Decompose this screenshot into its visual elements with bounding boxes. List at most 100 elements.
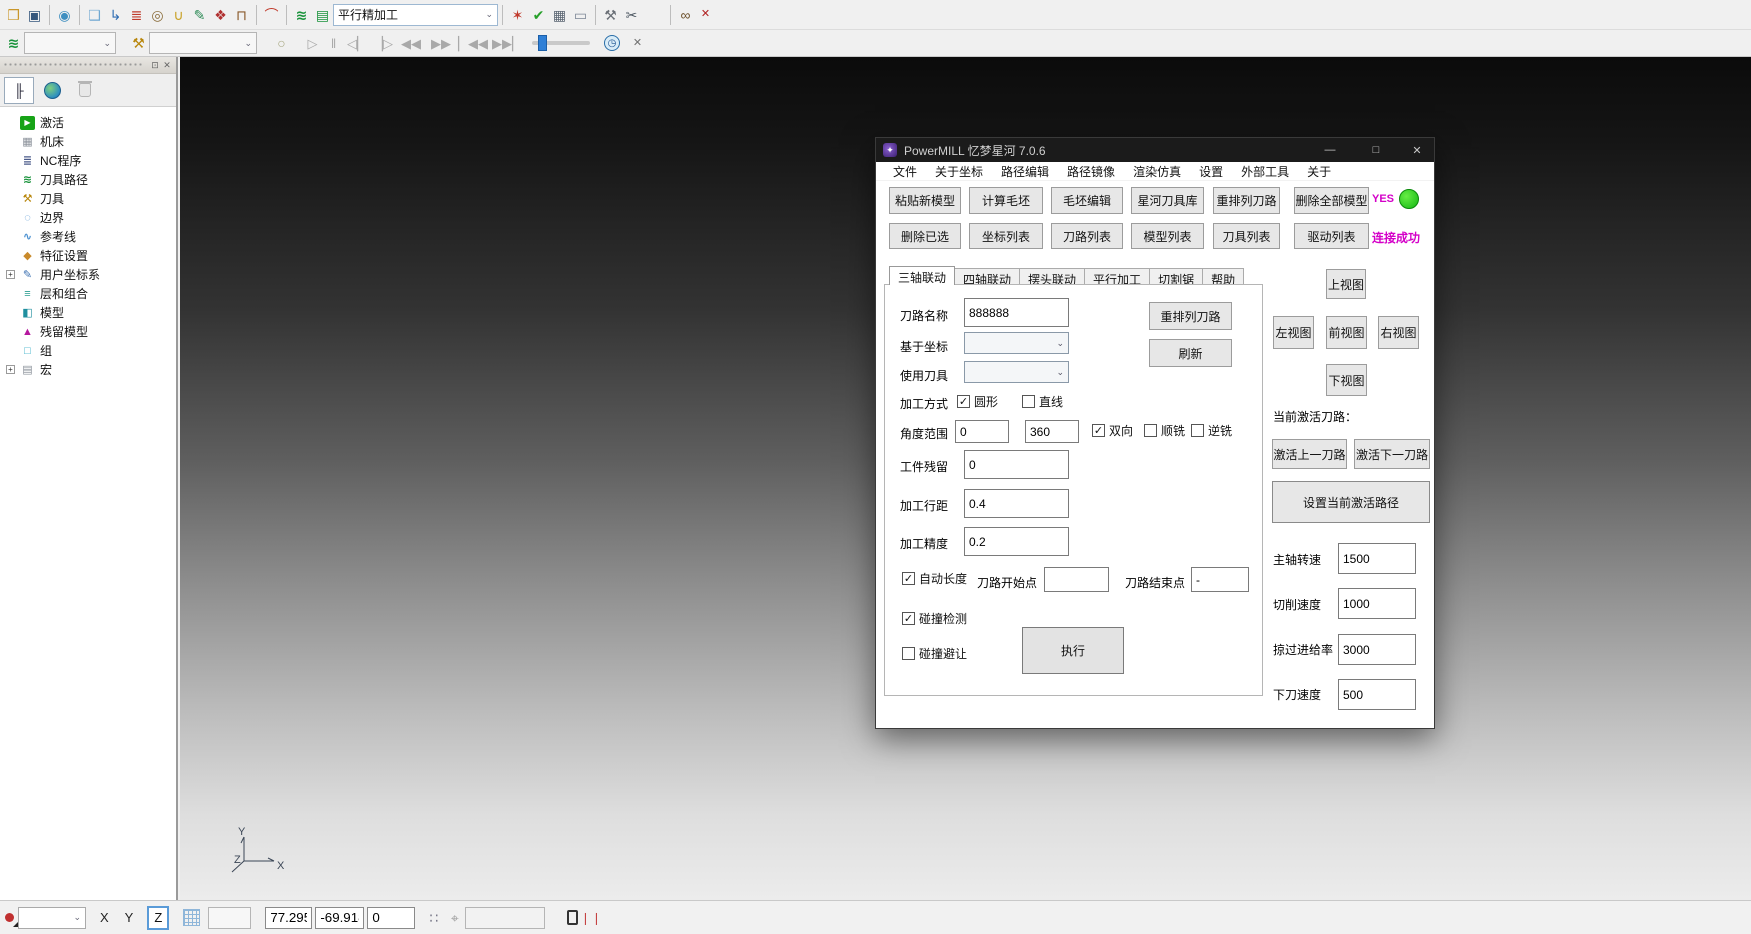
- delete-selected-button[interactable]: 删除已选: [889, 223, 961, 249]
- minimize-button[interactable]: —: [1316, 141, 1344, 159]
- start-point-input[interactable]: [1044, 567, 1109, 592]
- paste-new-model-button[interactable]: 粘贴新模型: [889, 187, 961, 214]
- close-button[interactable]: ✕: [1403, 141, 1431, 159]
- expand-icon[interactable]: [6, 365, 15, 374]
- z-levels-icon[interactable]: ≣: [126, 4, 147, 25]
- simulation-speed-slider[interactable]: [532, 41, 590, 45]
- z-axis-button[interactable]: Z: [147, 906, 169, 930]
- method-circle-option[interactable]: 圆形: [957, 393, 998, 410]
- rearrange-button[interactable]: 重排列刀路: [1149, 302, 1232, 330]
- tree-item-boundaries[interactable]: ◌边界: [6, 208, 176, 227]
- collision-avoid-option[interactable]: 碰撞避让: [902, 645, 967, 662]
- activate-prev-button[interactable]: 激活上一刀路: [1272, 439, 1347, 469]
- tree-item-activate[interactable]: ▶激活: [6, 113, 176, 132]
- tab-swivel-head[interactable]: 摆头联动: [1019, 268, 1085, 285]
- activate-next-button[interactable]: 激活下一刀路: [1354, 439, 1430, 469]
- front-view-button[interactable]: 前视图: [1326, 316, 1367, 349]
- strategy-list-icon[interactable]: ▤: [312, 4, 333, 25]
- binoculars-icon[interactable]: ∞: [675, 4, 696, 25]
- favorite-tool-icon[interactable]: ✶: [507, 4, 528, 25]
- left-view-button[interactable]: 左视图: [1273, 316, 1314, 349]
- auto-length-option[interactable]: 自动长度: [902, 570, 967, 587]
- pattern-points-icon[interactable]: ❖: [210, 4, 231, 25]
- refresh-button[interactable]: 刷新: [1149, 339, 1232, 367]
- menu-settings[interactable]: 设置: [1190, 163, 1232, 180]
- pause-icon[interactable]: ‖: [323, 33, 344, 54]
- climb-mill-option[interactable]: 顺铣: [1144, 422, 1185, 439]
- block-icon[interactable]: ❑: [84, 4, 105, 25]
- based-coord-select[interactable]: ⌄: [964, 332, 1069, 354]
- menu-coords[interactable]: 关于坐标: [926, 163, 992, 180]
- right-view-button[interactable]: 右视图: [1378, 316, 1419, 349]
- bidirectional-option[interactable]: 双向: [1092, 422, 1133, 439]
- panel-close-icon[interactable]: ✕: [161, 60, 173, 71]
- clock-icon[interactable]: ◷: [604, 35, 620, 51]
- pattern-icon[interactable]: ↳: [105, 4, 126, 25]
- maximize-button[interactable]: □: [1362, 141, 1390, 159]
- calc-stock-button[interactable]: 计算毛坯: [969, 187, 1043, 214]
- toolpath-name-input[interactable]: [964, 298, 1069, 327]
- tree-item-tools[interactable]: ⚒刀具: [6, 189, 176, 208]
- tree-item-stock-models[interactable]: ▲残留模型: [6, 322, 176, 341]
- method-line-option[interactable]: 直线: [1022, 393, 1063, 410]
- model-list-button[interactable]: 模型列表: [1131, 223, 1204, 249]
- tree-item-toolpaths[interactable]: ≋刀具路径: [6, 170, 176, 189]
- menu-path-edit[interactable]: 路径编辑: [992, 163, 1058, 180]
- undercut-tool-icon[interactable]: ⌒: [261, 4, 282, 25]
- fast-forward-icon[interactable]: ▶▶: [426, 33, 456, 54]
- menu-path-mirror[interactable]: 路径镜像: [1058, 163, 1124, 180]
- tree-item-models[interactable]: ◧模型: [6, 303, 176, 322]
- tab-explorer-world[interactable]: [37, 77, 67, 104]
- open-project-icon[interactable]: ❒: [3, 4, 24, 25]
- y-axis-button[interactable]: Y: [125, 910, 134, 925]
- tab-explorer-trash[interactable]: [70, 77, 100, 104]
- empty-field[interactable]: [208, 907, 251, 929]
- stock-edit-button[interactable]: 毛坯编辑: [1051, 187, 1123, 214]
- sim-toolpath-dropdown[interactable]: ⌄: [24, 32, 116, 54]
- tool-holder-icon[interactable]: ⊓: [231, 4, 252, 25]
- bidirectional-checkbox[interactable]: [1092, 424, 1105, 437]
- locator-icon[interactable]: ⌖: [444, 907, 465, 928]
- play-icon[interactable]: ▷: [302, 33, 323, 54]
- set-active-path-button[interactable]: 设置当前激活路径: [1272, 481, 1430, 523]
- curve-editor-icon[interactable]: ✎: [189, 4, 210, 25]
- collision-check-checkbox[interactable]: [902, 612, 915, 625]
- workplane-icon[interactable]: ∪: [168, 4, 189, 25]
- rearrange-toolpath-button[interactable]: 重排列刀路: [1213, 187, 1280, 214]
- tab-help[interactable]: 帮助: [1202, 268, 1244, 285]
- powermill-toolpath-icon[interactable]: ≋: [291, 4, 312, 25]
- tree-item-levels-sets[interactable]: ≡层和组合: [6, 284, 176, 303]
- coord-y-input[interactable]: [315, 907, 364, 929]
- statusbar-dropdown[interactable]: ⌄: [18, 907, 86, 929]
- auto-length-checkbox[interactable]: [902, 572, 915, 585]
- lightbulb-icon[interactable]: ○: [271, 33, 292, 54]
- stock-allowance-input[interactable]: [964, 450, 1069, 479]
- calculator-icon[interactable]: ▦: [549, 4, 570, 25]
- xyz-list-icon[interactable]: ∷: [423, 907, 444, 928]
- tool-list-button[interactable]: 刀具列表: [1213, 223, 1280, 249]
- strategy-preset-dropdown[interactable]: 平行精加工 ⌄: [333, 4, 498, 26]
- coord-z-input[interactable]: [367, 907, 415, 929]
- line-checkbox[interactable]: [1022, 395, 1035, 408]
- circle-checkbox[interactable]: [957, 395, 970, 408]
- close-sim-toolbar-icon[interactable]: ✕: [628, 33, 647, 54]
- drive-list-button[interactable]: 驱动列表: [1294, 223, 1369, 249]
- menu-file[interactable]: 文件: [884, 163, 926, 180]
- x-axis-button[interactable]: X: [100, 910, 109, 925]
- tolerance-input[interactable]: [964, 527, 1069, 556]
- stepover-input[interactable]: [964, 489, 1069, 518]
- top-view-button[interactable]: 上视图: [1326, 269, 1366, 299]
- angle-from-input[interactable]: [955, 420, 1009, 443]
- slider-handle[interactable]: [538, 35, 547, 51]
- cutting-speed-input[interactable]: [1338, 588, 1416, 619]
- teapot-model-icon[interactable]: ◉: [54, 4, 75, 25]
- save-project-icon[interactable]: ▣: [24, 4, 45, 25]
- spindle-speed-input[interactable]: [1338, 543, 1416, 574]
- tree-item-groups[interactable]: □组: [6, 341, 176, 360]
- verify-tool-icon[interactable]: ✔: [528, 4, 549, 25]
- conventional-checkbox[interactable]: [1191, 424, 1204, 437]
- dialog-titlebar[interactable]: ✦ PowerMILL 忆梦星河 7.0.6: [876, 138, 1434, 162]
- step-forward-icon[interactable]: ▕▷: [370, 33, 396, 54]
- coord-x-input[interactable]: [265, 907, 312, 929]
- menu-ext-tools[interactable]: 外部工具: [1232, 163, 1298, 180]
